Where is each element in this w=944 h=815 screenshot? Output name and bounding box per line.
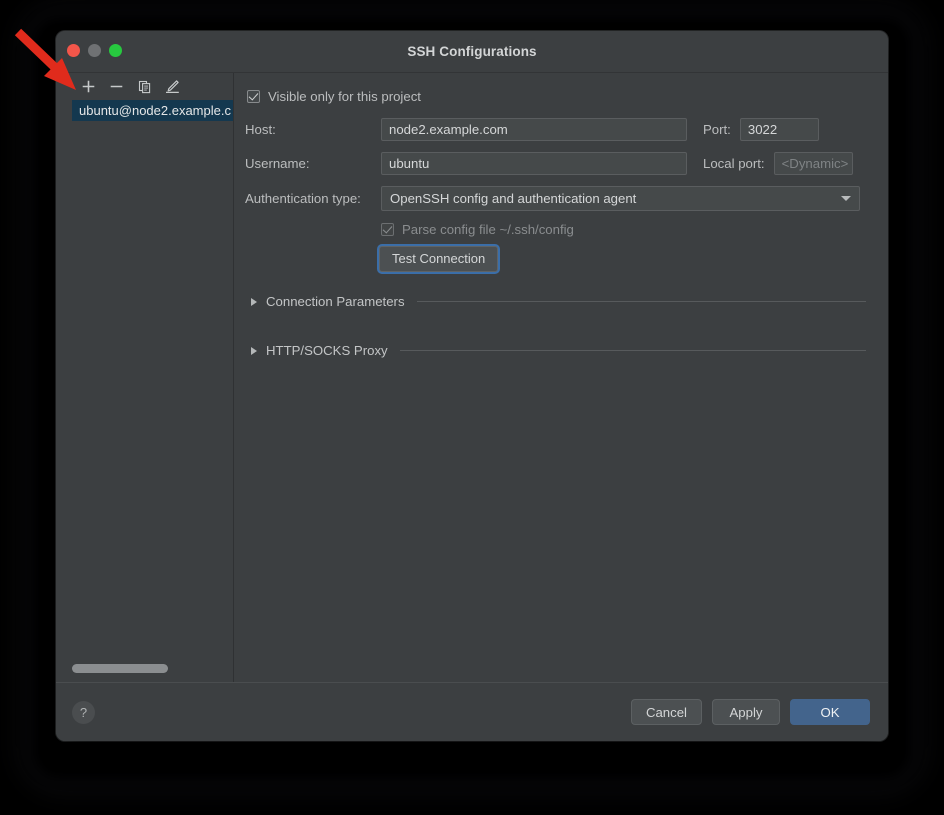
section-title: Connection Parameters: [266, 294, 405, 309]
dialog-body: ubuntu@node2.example.c Visible only for …: [56, 72, 888, 682]
cancel-button[interactable]: Cancel: [631, 699, 702, 725]
section-http-socks-proxy[interactable]: HTTP/SOCKS Proxy: [245, 343, 866, 358]
auth-type-value: OpenSSH config and authentication agent: [390, 191, 636, 206]
minimize-window-button[interactable]: [88, 44, 101, 57]
help-button[interactable]: ?: [72, 701, 95, 724]
parse-config-label: Parse config file ~/.ssh/config: [402, 222, 574, 237]
chevron-right-icon: [251, 298, 257, 306]
visible-only-label: Visible only for this project: [268, 89, 421, 104]
test-connection-row: Test Connection: [379, 246, 866, 272]
username-input[interactable]: ubuntu: [381, 152, 687, 175]
local-port-label: Local port:: [703, 156, 765, 171]
section-title: HTTP/SOCKS Proxy: [266, 343, 388, 358]
copy-configuration-button[interactable]: [132, 75, 157, 98]
auth-type-label: Authentication type:: [245, 191, 381, 206]
apply-button[interactable]: Apply: [712, 699, 780, 725]
auth-type-select[interactable]: OpenSSH config and authentication agent: [381, 186, 860, 211]
visible-only-checkbox[interactable]: [247, 90, 260, 103]
configurations-list[interactable]: ubuntu@node2.example.c: [56, 100, 233, 682]
traffic-light-group: [67, 44, 122, 57]
ok-button[interactable]: OK: [790, 699, 870, 725]
username-row: Username: ubuntu Local port: <Dynamic>: [245, 152, 866, 175]
section-divider: [400, 350, 866, 351]
sidebar-toolbar: [56, 73, 233, 100]
local-port-input[interactable]: <Dynamic>: [774, 152, 853, 175]
maximize-window-button[interactable]: [109, 44, 122, 57]
window-title: SSH Configurations: [56, 44, 888, 59]
configuration-form: Visible only for this project Host: node…: [234, 73, 888, 682]
desktop-backdrop: SSH Configurations: [0, 0, 944, 815]
port-label: Port:: [703, 122, 731, 137]
username-label: Username:: [245, 156, 381, 171]
host-row: Host: node2.example.com Port: 3022: [245, 118, 866, 141]
ssh-configurations-dialog: SSH Configurations: [56, 31, 888, 741]
host-input[interactable]: node2.example.com: [381, 118, 687, 141]
port-input[interactable]: 3022: [740, 118, 819, 141]
add-configuration-button[interactable]: [76, 75, 101, 98]
remove-configuration-button[interactable]: [104, 75, 129, 98]
parse-config-checkbox: [381, 223, 394, 236]
auth-type-row: Authentication type: OpenSSH config and …: [245, 186, 866, 211]
edit-configuration-button[interactable]: [160, 75, 185, 98]
parse-config-row: Parse config file ~/.ssh/config: [381, 222, 866, 237]
window-titlebar: SSH Configurations: [56, 31, 888, 72]
chevron-down-icon: [841, 196, 851, 201]
section-connection-parameters[interactable]: Connection Parameters: [245, 294, 866, 309]
dialog-footer: ? Cancel Apply OK: [56, 682, 888, 741]
list-item[interactable]: ubuntu@node2.example.c: [72, 100, 233, 121]
visible-only-row[interactable]: Visible only for this project: [245, 89, 866, 104]
scrollbar-thumb[interactable]: [72, 664, 168, 673]
test-connection-button[interactable]: Test Connection: [379, 246, 498, 272]
sidebar-horizontal-scrollbar[interactable]: [72, 664, 227, 673]
configurations-sidebar: ubuntu@node2.example.c: [56, 73, 234, 682]
close-window-button[interactable]: [67, 44, 80, 57]
section-divider: [417, 301, 866, 302]
host-label: Host:: [245, 122, 381, 137]
chevron-right-icon: [251, 347, 257, 355]
